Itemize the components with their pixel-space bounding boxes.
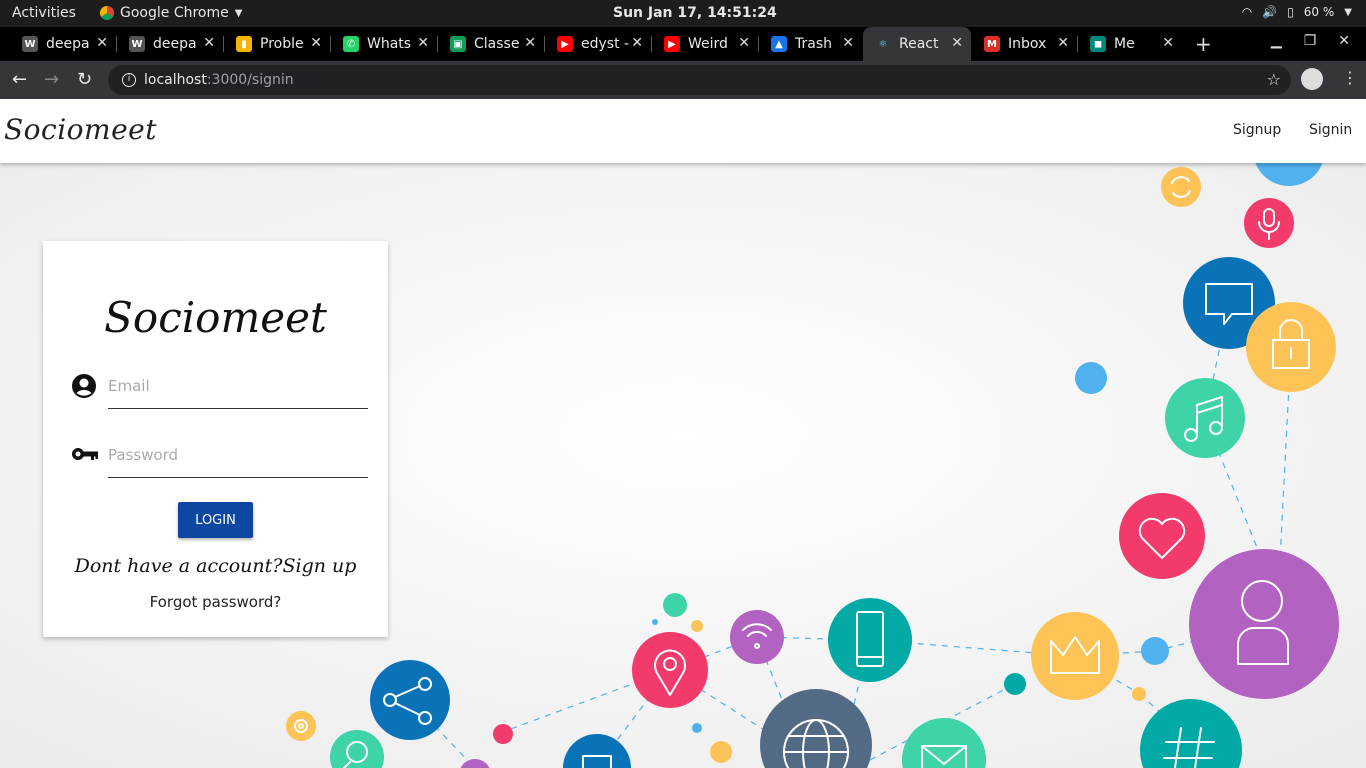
tab-title: deepa: [153, 36, 197, 52]
activities-button[interactable]: Activities: [12, 5, 76, 21]
account-circle-icon: [72, 374, 96, 398]
tab-title: Whats: [367, 36, 412, 52]
tab-favicon-icon: ▲: [771, 36, 787, 52]
tab-close-icon[interactable]: ✕: [1162, 35, 1174, 51]
tab-favicon-icon: ▣: [450, 36, 466, 52]
tab-title: Trash: [795, 36, 832, 52]
email-input[interactable]: [108, 371, 368, 395]
system-top-bar: Activities Google Chrome ▼ Sun Jan 17, 1…: [0, 0, 1366, 27]
forward-arrow-icon[interactable]: →: [44, 69, 59, 90]
browser-tab[interactable]: ◼ Me ✕: [1078, 27, 1182, 61]
email-field[interactable]: [108, 371, 368, 409]
browser-tab[interactable]: ✆ Whats ✕: [331, 27, 437, 61]
info-icon[interactable]: i: [122, 73, 136, 87]
system-clock[interactable]: Sun Jan 17, 14:51:24: [613, 5, 777, 21]
tab-title: Inbox: [1008, 36, 1047, 52]
login-button[interactable]: LOGIN: [178, 502, 253, 538]
url-path: :3000/signin: [206, 72, 294, 88]
tab-close-icon[interactable]: ✕: [203, 35, 215, 51]
system-tray[interactable]: ◠ 🔊 ▯ 60 % ▼: [1242, 5, 1352, 19]
tab-close-icon[interactable]: ✕: [417, 35, 429, 51]
close-icon[interactable]: ✕: [1338, 33, 1350, 49]
browser-tab[interactable]: ▮ Proble ✕: [224, 27, 330, 61]
tab-title: deepa: [46, 36, 90, 52]
tab-title: Weird: [688, 36, 728, 52]
tab-strip: Wdeepa ✕ Wdeepa ✕ ▮ Proble ✕ ✆ Whats ✕ ▣ Classe ✕ ▶ ed…: [0, 27, 1366, 61]
tab-close-icon[interactable]: ✕: [842, 35, 854, 51]
login-card: Sociomeet LOGIN Dont have a account?Sign…: [43, 241, 388, 637]
tab-title: Me: [1114, 36, 1135, 52]
chrome-icon: [100, 6, 114, 20]
browser-tab[interactable]: ⚛ React ✕: [863, 27, 971, 61]
browser-tab[interactable]: Wdeepa ✕: [10, 27, 116, 61]
tab-close-icon[interactable]: ✕: [1057, 35, 1069, 51]
url-host: localhost: [144, 72, 207, 88]
profile-avatar[interactable]: [1301, 68, 1323, 90]
tab-favicon-icon: ◼: [1090, 36, 1106, 52]
tab-favicon-icon: W: [129, 36, 145, 52]
browser-tab[interactable]: ▶ edyst - ✕: [545, 27, 651, 61]
browser-tab[interactable]: ▲ Trash ✕: [759, 27, 862, 61]
app-menu[interactable]: Google Chrome ▼: [100, 5, 242, 21]
volume-icon: 🔊: [1262, 5, 1278, 19]
signup-link[interactable]: Signup: [1233, 122, 1281, 138]
signup-prompt-link[interactable]: Dont have a account?Sign up: [43, 555, 388, 577]
browser-toolbar: ← → ↻ i localhost:3000/signin ☆: [0, 61, 1366, 99]
window-controls: ▁ ❐ ✕: [1271, 33, 1350, 49]
browser-tab[interactable]: ▶ Weird ✕: [652, 27, 758, 61]
tab-title: edyst -: [581, 36, 630, 52]
tab-close-icon[interactable]: ✕: [96, 35, 108, 51]
signin-link[interactable]: Signin: [1309, 122, 1352, 138]
address-bar[interactable]: i localhost:3000/signin ☆: [108, 65, 1291, 95]
battery-level: 60 %: [1303, 5, 1335, 19]
bookmark-star-icon[interactable]: ☆: [1267, 70, 1281, 89]
reload-icon[interactable]: ↻: [77, 69, 92, 90]
tab-close-icon[interactable]: ✕: [738, 35, 750, 51]
tab-close-icon[interactable]: ✕: [951, 35, 963, 51]
app-navbar: Sociomeet Signup Signin: [0, 99, 1366, 163]
card-title: Sociomeet: [104, 293, 327, 342]
battery-icon: ▯: [1287, 5, 1294, 19]
browser-tab[interactable]: Wdeepa ✕: [117, 27, 223, 61]
app-name: Google Chrome: [120, 5, 229, 21]
tab-favicon-icon: M: [984, 36, 1000, 52]
forgot-password-link[interactable]: Forgot password?: [43, 593, 388, 611]
tab-title: Proble: [260, 36, 304, 52]
tab-close-icon[interactable]: ✕: [310, 35, 322, 51]
tab-close-icon[interactable]: ✕: [631, 35, 643, 51]
tab-favicon-icon: ✆: [343, 36, 359, 52]
brand-logo[interactable]: Sociomeet: [4, 113, 157, 146]
wifi-icon: ◠: [1241, 5, 1253, 19]
tab-favicon-icon: ▶: [557, 36, 573, 52]
chevron-down-icon: ▼: [234, 7, 243, 19]
key-icon: [72, 448, 98, 460]
password-input[interactable]: [108, 440, 368, 464]
password-field[interactable]: [108, 440, 368, 478]
tab-title: Classe: [474, 36, 520, 52]
tab-favicon-icon: ⚛: [875, 36, 891, 52]
chevron-down-icon: ▼: [1344, 6, 1352, 18]
menu-dots-icon[interactable]: ⋮: [1342, 68, 1358, 87]
tab-close-icon[interactable]: ✕: [524, 35, 536, 51]
minimize-icon[interactable]: ▁: [1271, 33, 1282, 49]
tab-favicon-icon: ▶: [664, 36, 680, 52]
maximize-icon[interactable]: ❐: [1304, 33, 1317, 49]
tab-title: React: [899, 36, 939, 52]
browser-tab[interactable]: M Inbox ✕: [972, 27, 1077, 61]
tab-favicon-icon: W: [22, 36, 38, 52]
new-tab-button[interactable]: +: [1195, 32, 1212, 56]
tab-favicon-icon: ▮: [236, 36, 252, 52]
back-arrow-icon[interactable]: ←: [12, 69, 27, 90]
browser-tab[interactable]: ▣ Classe ✕: [438, 27, 544, 61]
